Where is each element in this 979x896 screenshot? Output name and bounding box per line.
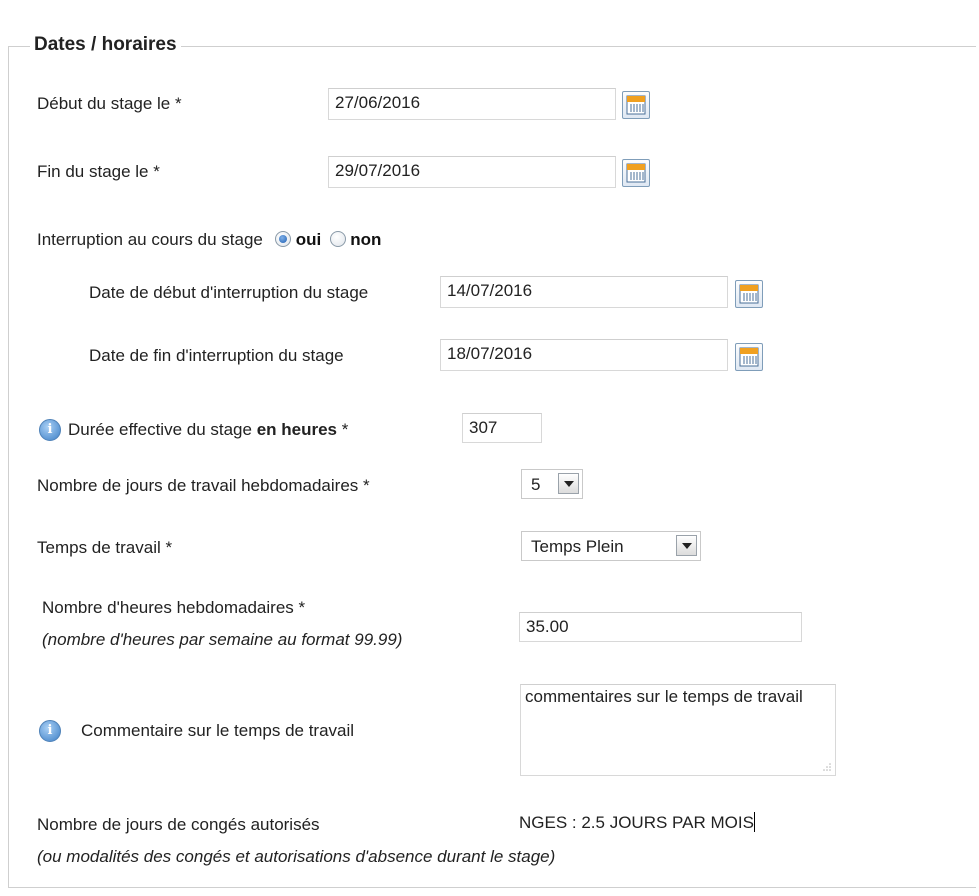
interruption-debut-label: Date de début d'interruption du stage [89, 283, 369, 302]
duree-label-suffix: * [337, 420, 349, 439]
interruption-row: Interruption au cours du stage oui non [37, 230, 381, 250]
calendar-icon [626, 95, 646, 115]
form-page: Dates / horaires Début du stage le * 27/… [0, 0, 979, 896]
commentaire-textarea[interactable]: commentaires sur le temps de travail [520, 684, 836, 776]
temps-travail-selected: Temps Plein [531, 537, 624, 556]
conges-note: (ou modalités des congés et autorisation… [37, 847, 556, 866]
fin-stage-calendar-button[interactable] [622, 159, 650, 187]
interruption-non-label[interactable]: non [350, 230, 381, 249]
jours-hebdo-selected: 5 [531, 475, 541, 494]
duree-label-prefix: Durée effective du stage [68, 420, 257, 439]
conges-label: Nombre de jours de congés autorisés [37, 815, 320, 834]
temps-travail-select[interactable]: Temps Plein [521, 531, 701, 561]
calendar-icon [739, 284, 759, 304]
commentaire-label: Commentaire sur le temps de travail [81, 721, 355, 740]
interruption-oui-label[interactable]: oui [296, 230, 322, 249]
duree-label-bold: en heures [256, 420, 338, 439]
interruption-fin-calendar-button[interactable] [735, 343, 763, 371]
heures-hebdo-label: Nombre d'heures hebdomadaires * [42, 598, 306, 617]
conges-input-text: NGES : 2.5 JOURS PAR MOIS [519, 813, 754, 832]
temps-travail-label: Temps de travail * [37, 538, 173, 557]
duree-input[interactable]: 307 [462, 413, 542, 443]
chevron-down-icon[interactable] [558, 473, 579, 494]
interruption-oui-radio[interactable] [275, 231, 292, 247]
fin-stage-label: Fin du stage le * [37, 162, 160, 181]
interruption-label: Interruption au cours du stage [37, 230, 263, 249]
text-caret [753, 812, 755, 832]
heures-hebdo-note: (nombre d'heures par semaine au format 9… [42, 630, 403, 649]
calendar-icon [626, 163, 646, 183]
conges-input[interactable]: NGES : 2.5 JOURS PAR MOIS [519, 808, 829, 838]
debut-stage-input[interactable]: 27/06/2016 [328, 88, 616, 120]
interruption-debut-input[interactable]: 14/07/2016 [440, 276, 728, 308]
debut-stage-label: Début du stage le * [37, 94, 182, 113]
commentaire-info-icon[interactable]: i [39, 720, 61, 742]
chevron-down-icon[interactable] [676, 535, 697, 556]
jours-hebdo-label: Nombre de jours de travail hebdomadaires… [37, 476, 370, 495]
heures-hebdo-input[interactable]: 35.00 [519, 612, 802, 642]
duree-label: Durée effective du stage en heures * [68, 420, 348, 440]
debut-stage-calendar-button[interactable] [622, 91, 650, 119]
interruption-fin-input[interactable]: 18/07/2016 [440, 339, 728, 371]
interruption-non-radio[interactable] [329, 231, 346, 247]
calendar-icon [739, 347, 759, 367]
duree-info-icon[interactable]: i [39, 419, 61, 441]
interruption-debut-calendar-button[interactable] [735, 280, 763, 308]
interruption-fin-label: Date de fin d'interruption du stage [89, 346, 344, 365]
section-legend: Dates / horaires [30, 34, 181, 56]
fin-stage-input[interactable]: 29/07/2016 [328, 156, 616, 188]
resize-grip-icon[interactable] [822, 762, 832, 772]
jours-hebdo-select[interactable]: 5 [521, 469, 583, 499]
commentaire-text: commentaires sur le temps de travail [525, 687, 803, 706]
